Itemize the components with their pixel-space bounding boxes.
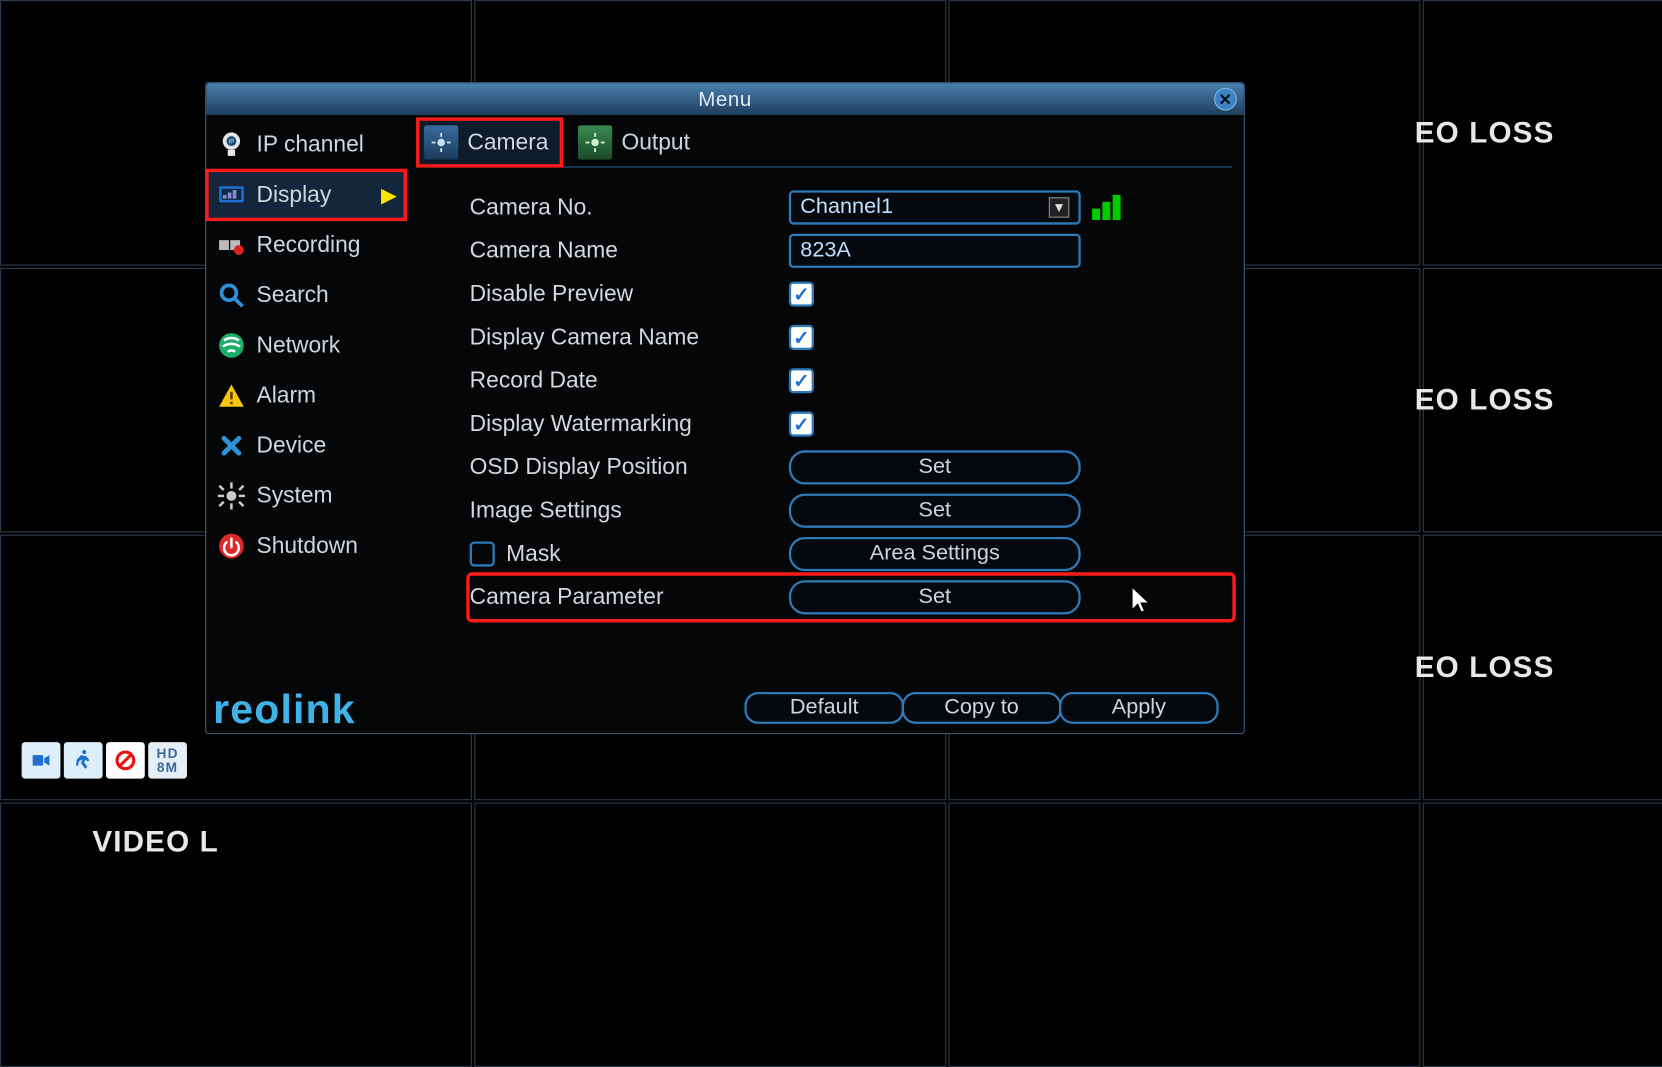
mask-checkbox[interactable] — [470, 542, 495, 567]
label-record-date: Record Date — [470, 368, 789, 394]
label-disable-preview: Disable Preview — [470, 281, 789, 307]
sidebar-item-label: Recording — [257, 232, 361, 258]
label-display-watermarking: Display Watermarking — [470, 411, 789, 437]
hd-badge: HD8M — [148, 742, 187, 778]
grid-cell — [948, 802, 1420, 1067]
signal-icon — [1092, 195, 1121, 220]
tab-camera[interactable]: Camera — [417, 119, 562, 167]
alarm-icon — [215, 380, 247, 412]
grid-cell: VIDEO L — [0, 802, 472, 1067]
sidebar-item-alarm[interactable]: Alarm — [206, 371, 406, 421]
form: Camera No. Channel1 ▼ Camera Name 823A — [417, 168, 1232, 619]
label-osd-position: OSD Display Position — [470, 454, 789, 480]
titlebar: Menu ✕ — [206, 83, 1243, 115]
camera-name-input[interactable]: 823A — [789, 234, 1081, 268]
display-camera-name-checkbox[interactable] — [789, 325, 814, 350]
gear-icon — [424, 125, 458, 159]
search-icon — [215, 279, 247, 311]
gear-icon — [215, 480, 247, 512]
video-loss-label: EO LOSS — [1415, 650, 1555, 685]
tab-label: Camera — [467, 129, 548, 155]
svg-text:IP: IP — [229, 139, 235, 146]
image-settings-set-button[interactable]: Set — [789, 494, 1081, 528]
mask-label-text: Mask — [506, 541, 560, 567]
camera-parameter-set-button[interactable]: Set — [789, 580, 1081, 614]
menu-window: Menu ✕ IP IP channel Display ▶ — [205, 82, 1245, 734]
sidebar-item-label: Network — [257, 332, 341, 358]
camera-icon — [22, 742, 61, 778]
sidebar-item-label: System — [257, 483, 333, 509]
osd-set-button[interactable]: Set — [789, 450, 1081, 484]
label-mask: Mask — [470, 541, 789, 567]
block-icon — [106, 742, 145, 778]
label-camera-parameter: Camera Parameter — [470, 584, 789, 610]
tab-output[interactable]: Output — [571, 119, 703, 167]
copy-to-button[interactable]: Copy to — [902, 692, 1062, 724]
gear-icon — [578, 125, 612, 159]
camera-ip-icon: IP — [215, 129, 247, 161]
arrow-right-icon: ▶ — [381, 183, 397, 207]
grid-cell: EO LOSS — [1423, 267, 1662, 532]
apply-button[interactable]: Apply — [1059, 692, 1219, 724]
sidebar-item-device[interactable]: Device — [206, 421, 406, 471]
default-button[interactable]: Default — [744, 692, 904, 724]
select-value: Channel1 — [800, 195, 893, 220]
grid-cell: EO LOSS — [1423, 535, 1662, 800]
power-icon — [215, 530, 247, 562]
sidebar-item-label: Alarm — [257, 382, 317, 408]
sidebar-item-label: Display — [257, 182, 332, 208]
sidebar-item-label: Search — [257, 282, 329, 308]
motion-icon — [64, 742, 103, 778]
camera-no-select[interactable]: Channel1 ▼ — [789, 190, 1081, 224]
video-loss-label: EO LOSS — [1415, 115, 1555, 150]
label-image-settings: Image Settings — [470, 498, 789, 524]
display-icon — [215, 179, 247, 211]
tab-label: Output — [621, 129, 689, 155]
sidebar-item-label: IP channel — [257, 132, 364, 158]
sidebar: IP IP channel Display ▶ Recording — [206, 115, 406, 733]
content-pane: Camera Output Camera No. Channel1 ▼ — [406, 115, 1244, 733]
label-camera-name: Camera Name — [470, 238, 789, 264]
brand-logo: reolink — [213, 685, 356, 733]
tab-row: Camera Output — [417, 115, 1232, 167]
sidebar-item-system[interactable]: System — [206, 471, 406, 521]
grid-cell — [474, 802, 946, 1067]
video-loss-label: EO LOSS — [1415, 382, 1555, 417]
video-loss-label: VIDEO L — [92, 824, 219, 859]
input-value: 823A — [800, 238, 851, 263]
disable-preview-checkbox[interactable] — [789, 282, 814, 307]
chevron-down-icon: ▼ — [1049, 197, 1070, 218]
sidebar-item-display[interactable]: Display ▶ — [206, 170, 406, 220]
sidebar-item-shutdown[interactable]: Shutdown — [206, 521, 406, 571]
grid-cell: HD8M — [1423, 802, 1662, 1067]
close-button[interactable]: ✕ — [1214, 88, 1237, 111]
window-title: Menu — [698, 87, 752, 111]
footer-buttons: Default Copy to Apply — [744, 692, 1218, 724]
recording-icon — [215, 229, 247, 261]
mask-area-settings-button[interactable]: Area Settings — [789, 537, 1081, 571]
close-icon: ✕ — [1219, 89, 1233, 108]
display-watermarking-checkbox[interactable] — [789, 412, 814, 437]
device-icon — [215, 430, 247, 462]
label-display-camera-name: Display Camera Name — [470, 324, 789, 350]
sidebar-item-label: Shutdown — [257, 533, 358, 559]
sidebar-item-search[interactable]: Search — [206, 270, 406, 320]
sidebar-item-ip-channel[interactable]: IP IP channel — [206, 120, 406, 170]
sidebar-item-label: Device — [257, 433, 327, 459]
grid-cell: EO LOSS — [1423, 0, 1662, 265]
label-camera-no: Camera No. — [470, 194, 789, 220]
sidebar-item-recording[interactable]: Recording — [206, 220, 406, 270]
record-date-checkbox[interactable] — [789, 368, 814, 393]
sidebar-item-network[interactable]: Network — [206, 320, 406, 370]
network-icon — [215, 329, 247, 361]
status-strip: HD8M — [17, 737, 191, 783]
